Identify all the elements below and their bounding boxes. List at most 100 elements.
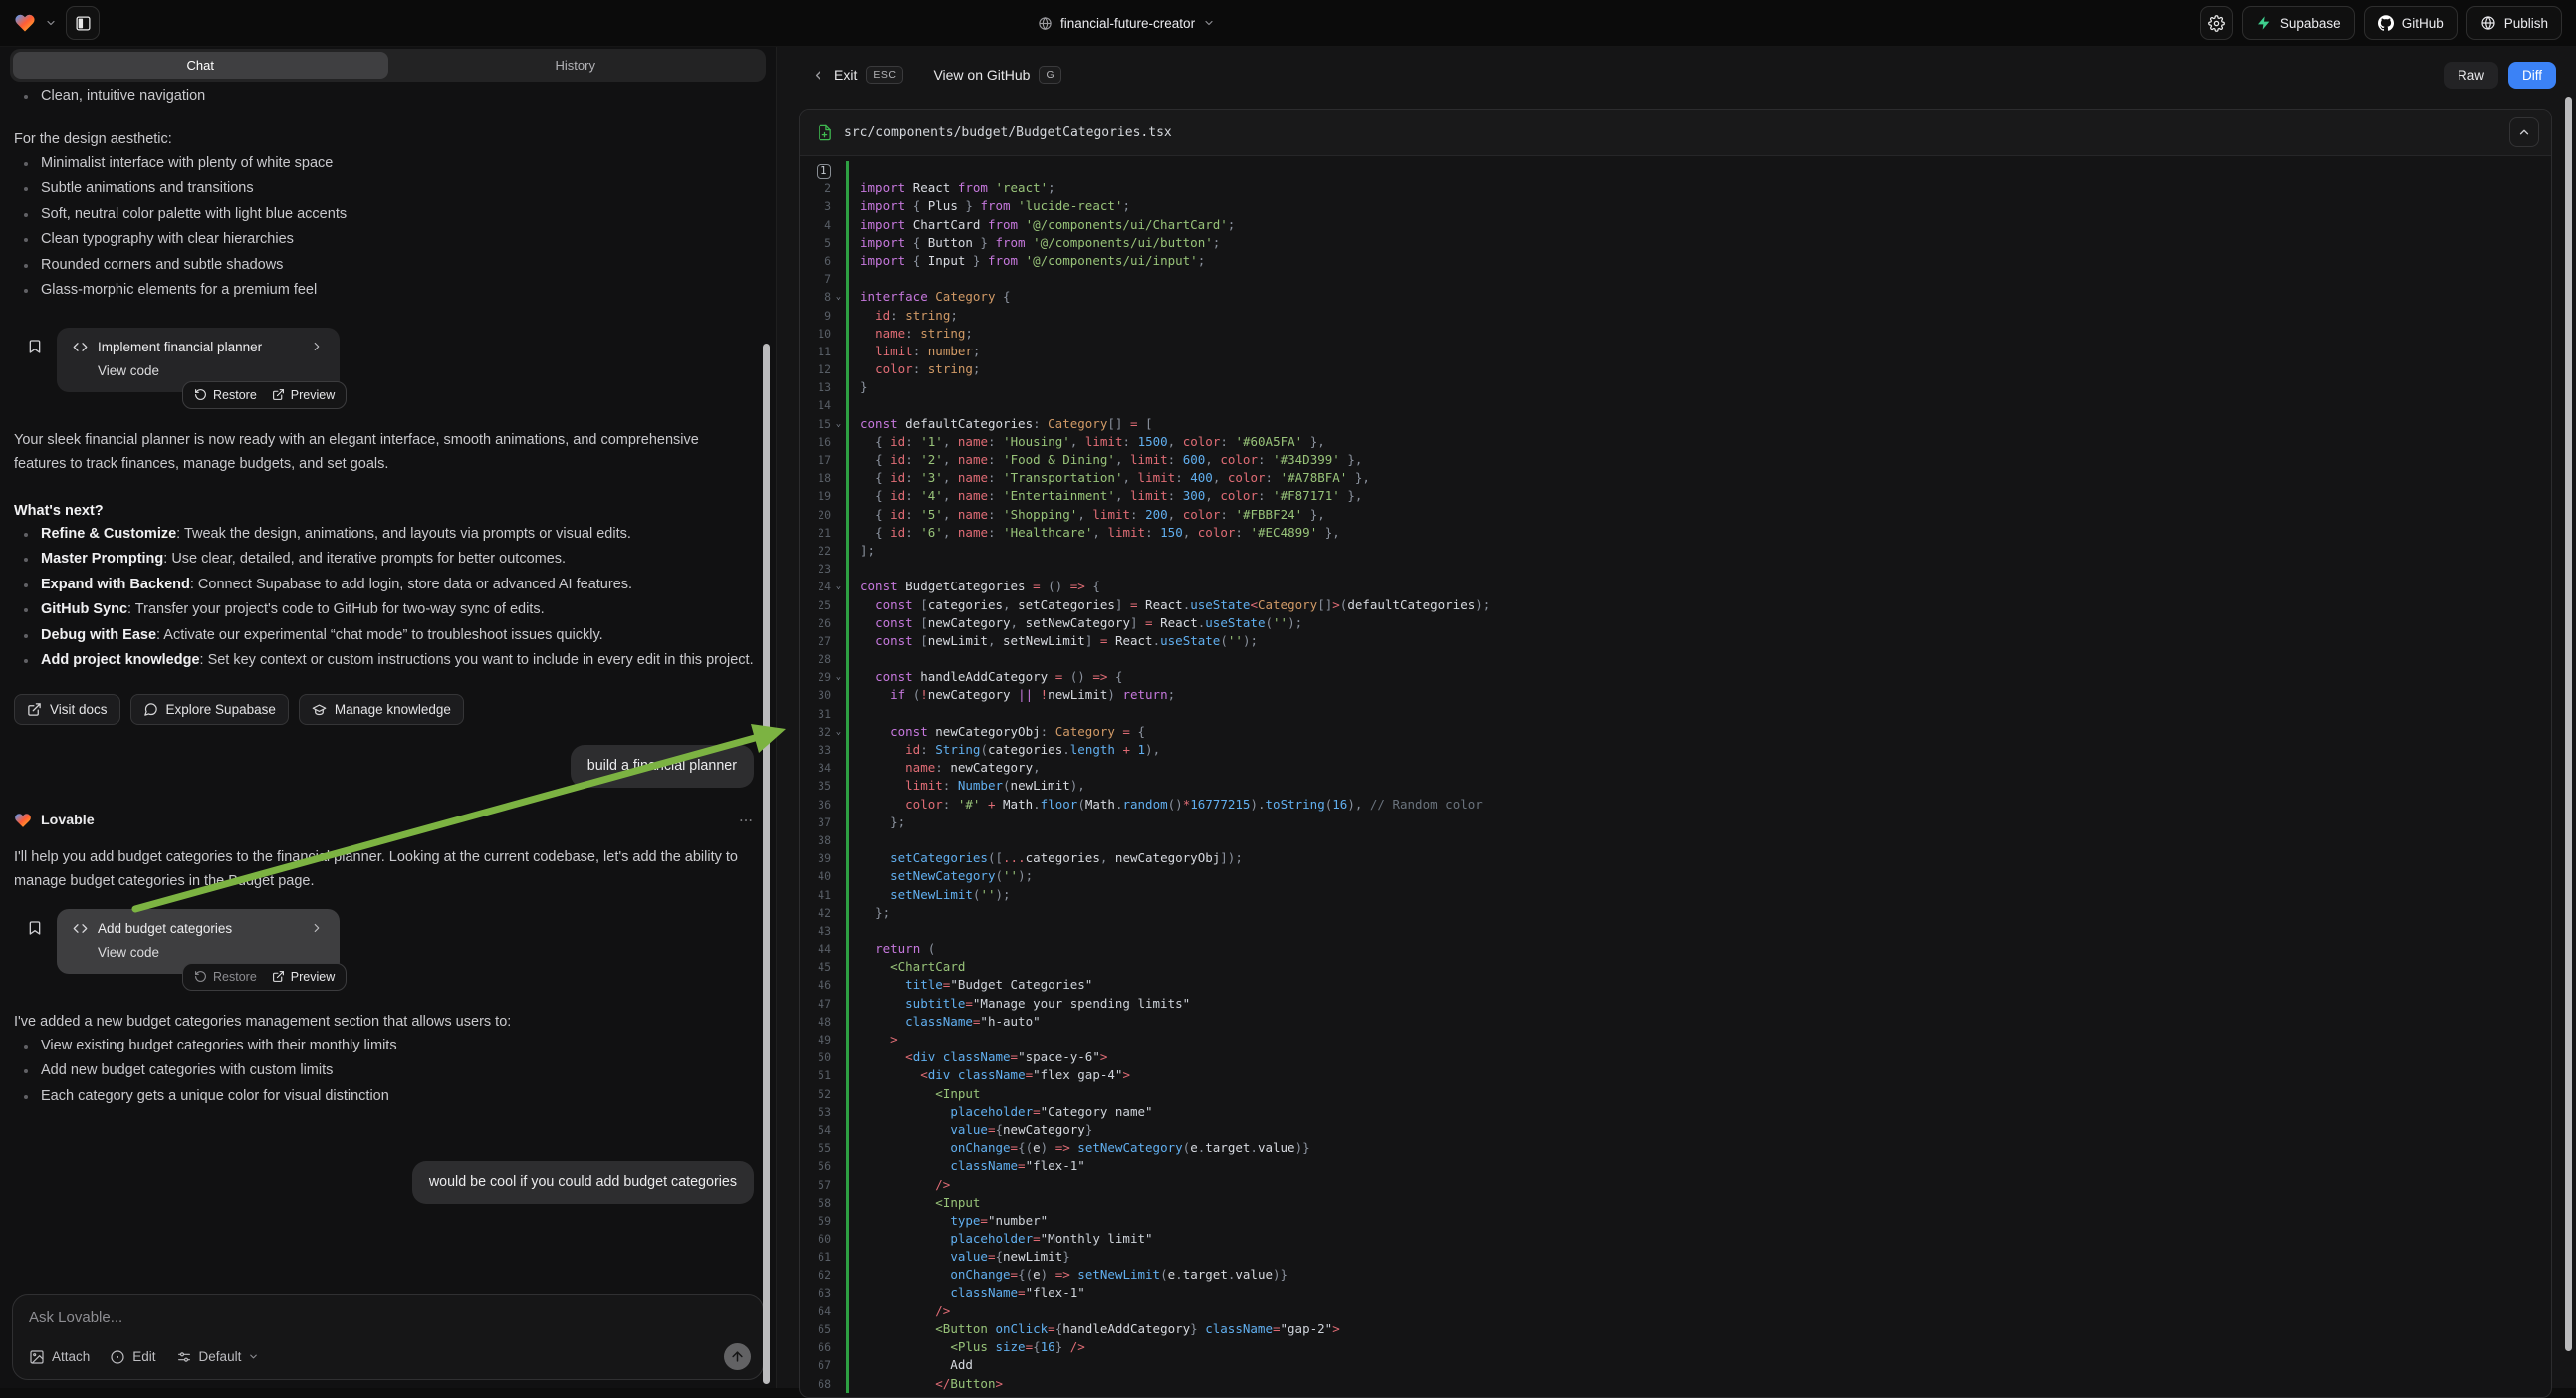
restore-button[interactable]: Restore — [194, 388, 257, 402]
view-code-link[interactable]: View code — [98, 363, 324, 378]
line-number: 48 — [800, 1013, 831, 1031]
code-line: 7 — [800, 270, 2551, 288]
dots-icon[interactable] — [738, 813, 754, 828]
line-number: 29 — [800, 668, 831, 686]
code-line: 33 id: String(categories.length + 1), — [800, 741, 2551, 759]
list-item: Each category gets a unique color for vi… — [14, 1084, 754, 1110]
settings-button[interactable] — [2200, 6, 2233, 40]
edit-label: Edit — [132, 1349, 155, 1364]
line-number: 53 — [800, 1103, 831, 1121]
view-on-github-button[interactable]: View on GitHub G — [933, 66, 1061, 84]
code-text: }; — [846, 904, 890, 922]
publish-button[interactable]: Publish — [2466, 6, 2562, 40]
github-button[interactable]: GitHub — [2364, 6, 2458, 40]
fold-spacer — [831, 469, 846, 487]
code-text: return ( — [846, 940, 935, 958]
line-number: 5 — [800, 234, 831, 252]
edit-card[interactable]: Add budget categoriesView codeRestorePre… — [57, 909, 340, 974]
line-number: 40 — [800, 867, 831, 885]
view-code-link[interactable]: View code — [98, 945, 324, 960]
edit-card[interactable]: Implement financial plannerView codeRest… — [57, 328, 340, 392]
code-line: 37 }; — [800, 814, 2551, 831]
bookmark-icon[interactable] — [27, 339, 43, 354]
mode-selector[interactable]: Default — [176, 1349, 260, 1365]
code-icon — [73, 921, 88, 936]
raw-button[interactable]: Raw — [2444, 62, 2498, 89]
code-line: 48 className="h-auto" — [800, 1013, 2551, 1031]
line-number: 13 — [800, 378, 831, 396]
list-item-text: : Transfer your project's code to GitHub… — [127, 601, 545, 617]
list-item-emphasis: Master Prompting — [41, 551, 163, 567]
code-scrollbar[interactable] — [2565, 97, 2572, 1351]
project-switcher[interactable]: financial-future-creator — [1038, 0, 1215, 46]
lovable-logo-icon[interactable] — [14, 12, 36, 34]
sidebar-toggle-button[interactable] — [66, 6, 100, 40]
collapse-file-button[interactable] — [2509, 117, 2539, 147]
manage-knowledge-button[interactable]: Manage knowledge — [299, 694, 464, 725]
line-number: 31 — [800, 705, 831, 723]
tab-history[interactable]: History — [388, 52, 764, 79]
fold-chevron-icon[interactable]: ⌄ — [831, 578, 846, 595]
send-button[interactable] — [724, 1343, 751, 1370]
code-line: 10 name: string; — [800, 325, 2551, 343]
preview-button[interactable]: Preview — [272, 388, 335, 402]
fold-chevron-icon[interactable]: ⌄ — [831, 288, 846, 306]
code-text: <Input — [846, 1085, 980, 1103]
restore-button[interactable]: Restore — [194, 970, 257, 984]
fold-chevron-icon[interactable]: ⌄ — [831, 723, 846, 741]
code-text: setNewCategory(''); — [846, 867, 1033, 885]
code-line: 29⌄ const handleAddCategory = () => { — [800, 668, 2551, 686]
exit-button[interactable]: Exit ESC — [811, 66, 903, 84]
code-line: 27 const [newLimit, setNewLimit] = React… — [800, 632, 2551, 650]
attach-button[interactable]: Attach — [29, 1349, 90, 1365]
code-line: 3import { Plus } from 'lucide-react'; — [800, 197, 2551, 215]
chat-input[interactable]: Ask Lovable... — [29, 1309, 747, 1326]
code-line: 59 type="number" — [800, 1212, 2551, 1230]
version-actions: Restore Preview — [182, 381, 347, 409]
fold-chevron-icon[interactable]: ⌄ — [831, 415, 846, 433]
preview-button[interactable]: Preview — [272, 970, 335, 984]
fold-spacer — [831, 777, 846, 795]
github-icon — [2378, 15, 2394, 31]
code-line: 41 setNewLimit(''); — [800, 886, 2551, 904]
fold-chevron-icon[interactable]: ⌄ — [831, 668, 846, 686]
top-bar: financial-future-creator Supabase GitHub — [0, 0, 2576, 47]
chevron-down-icon — [248, 1351, 259, 1362]
code-line: 5import { Button } from '@/components/ui… — [800, 234, 2551, 252]
line-number: 49 — [800, 1031, 831, 1048]
line-number: 20 — [800, 506, 831, 524]
restore-label: Restore — [213, 970, 257, 984]
tab-chat[interactable]: Chat — [13, 52, 388, 79]
edit-mode-button[interactable]: Edit — [110, 1349, 155, 1365]
line-number: 11 — [800, 343, 831, 360]
chat-scrollbar[interactable] — [763, 344, 770, 1384]
code-text: { id: '5', name: 'Shopping', limit: 200,… — [846, 506, 1325, 524]
chevron-right-icon — [310, 340, 324, 353]
line-number: 43 — [800, 922, 831, 940]
fold-spacer — [831, 705, 846, 723]
image-icon — [29, 1349, 45, 1365]
fold-spacer — [831, 179, 846, 197]
diff-button[interactable]: Diff — [2508, 62, 2556, 89]
code-line: 42 }; — [800, 904, 2551, 922]
line-number: 64 — [800, 1302, 831, 1320]
code-line: 64 /> — [800, 1302, 2551, 1320]
code-card: src/components/budget/BudgetCategories.t… — [799, 109, 2552, 1398]
list-item: Debug with Ease: Activate our experiment… — [14, 623, 754, 649]
supabase-button[interactable]: Supabase — [2242, 6, 2355, 40]
line-number: 59 — [800, 1212, 831, 1230]
code-line: 38 — [800, 831, 2551, 849]
code-line: 66 <Plus size={16} /> — [800, 1338, 2551, 1356]
list-item: Clean, intuitive navigation — [14, 84, 754, 110]
visit-docs-button[interactable]: Visit docs — [14, 694, 120, 725]
line-number: 3 — [800, 197, 831, 215]
graduation-cap-icon — [312, 702, 327, 717]
code-line: 35 limit: Number(newLimit), — [800, 777, 2551, 795]
chevron-down-icon[interactable] — [45, 17, 57, 29]
file-header[interactable]: src/components/budget/BudgetCategories.t… — [800, 110, 2551, 156]
explore-supabase-button[interactable]: Explore Supabase — [130, 694, 289, 725]
bookmark-icon[interactable] — [27, 920, 43, 936]
code-editor[interactable]: 12import React from 'react';3import { Pl… — [800, 156, 2551, 1393]
composer-toolbar: Attach Edit Default — [29, 1343, 751, 1370]
edit-block: Implement financial plannerView codeRest… — [14, 328, 754, 392]
